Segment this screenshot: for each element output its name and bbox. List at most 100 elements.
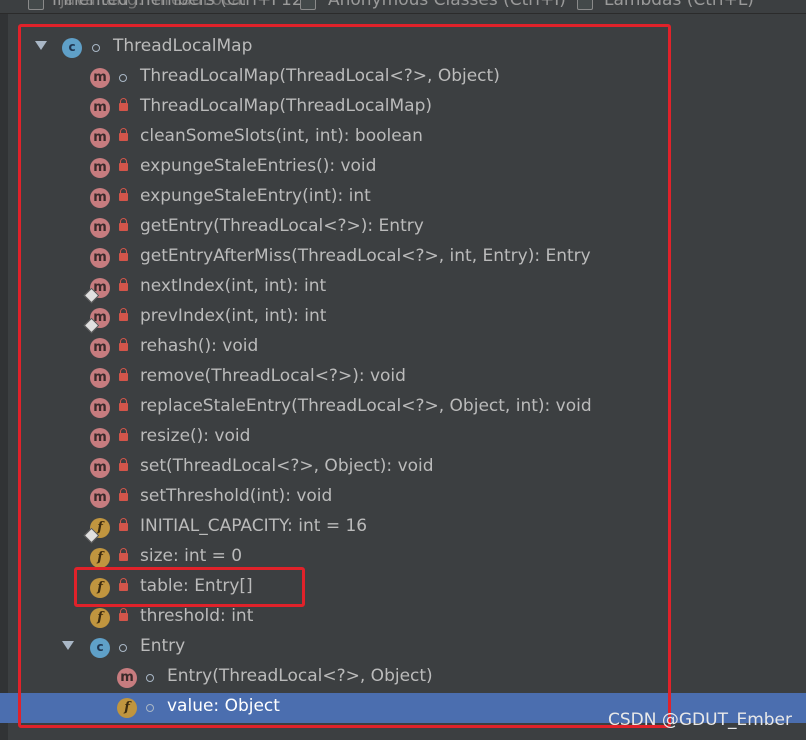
class-icon: c: [90, 638, 110, 658]
package-visibility-icon: [146, 704, 154, 712]
method-icon: m: [90, 338, 110, 358]
method-icon: m: [90, 368, 110, 388]
tree-member-row[interactable]: m ThreadLocalMap(ThreadLocalMap): [0, 93, 806, 123]
field-icon: f: [90, 608, 110, 628]
field-icon: f: [90, 548, 110, 568]
tree-node-threadlocalmap[interactable]: c ThreadLocalMap: [0, 33, 806, 63]
tree-member-row[interactable]: f size: int = 0: [0, 543, 806, 573]
private-lock-icon: [119, 398, 128, 411]
package-visibility-icon: [119, 74, 127, 82]
private-lock-icon: [119, 98, 128, 111]
private-lock-icon: [119, 458, 128, 471]
private-lock-icon: [119, 608, 128, 621]
method-icon: m: [90, 428, 110, 448]
tree-member-row[interactable]: m prevIndex(int, int): int: [0, 303, 806, 334]
package-visibility-icon: [92, 44, 100, 52]
method-icon: m: [90, 488, 110, 508]
private-lock-icon: [119, 188, 128, 201]
private-lock-icon: [119, 578, 128, 591]
tree-member-row[interactable]: f INITIAL_CAPACITY: int = 16: [0, 513, 806, 544]
tree-member-row[interactable]: m remove(ThreadLocal<?>): void: [0, 363, 806, 393]
private-lock-icon: [119, 518, 128, 531]
private-lock-icon: [119, 368, 128, 381]
tree-member-row[interactable]: m rehash(): void: [0, 333, 806, 363]
private-lock-icon: [119, 248, 128, 261]
member-label: nextIndex(int, int): int: [140, 276, 327, 296]
method-icon: m: [90, 128, 110, 148]
watermark: CSDN @GDUT_Ember: [607, 710, 792, 730]
tree-member-row[interactable]: m ThreadLocalMap(ThreadLocal<?>, Object): [0, 63, 806, 93]
tree-member-row[interactable]: m expungeStaleEntry(int): int: [0, 183, 806, 213]
tree-member-row[interactable]: m set(ThreadLocal<?>, Object): void: [0, 453, 806, 483]
method-icon: m: [90, 398, 110, 418]
private-lock-icon: [119, 488, 128, 501]
method-icon: m: [90, 218, 110, 238]
tree-member-row[interactable]: m cleanSomeSlots(int, int): boolean: [0, 123, 806, 153]
field-icon: f: [90, 578, 110, 598]
method-icon: m: [90, 68, 110, 88]
tree-member-row[interactable]: m Entry(ThreadLocal<?>, Object): [0, 663, 806, 693]
member-label: prevIndex(int, int): int: [140, 306, 327, 326]
tree-member-row[interactable]: m replaceStaleEntry(ThreadLocal<?>, Obje…: [0, 393, 806, 423]
member-label: setThreshold(int): void: [140, 486, 333, 506]
tree-node-label: ThreadLocalMap: [113, 36, 253, 56]
static-method-icon: m: [83, 278, 110, 304]
expand-arrow-icon[interactable]: [62, 641, 74, 650]
member-label: replaceStaleEntry(ThreadLocal<?>, Object…: [140, 396, 592, 416]
private-lock-icon: [119, 158, 128, 171]
private-lock-icon: [119, 278, 128, 291]
package-visibility-icon: [146, 674, 154, 682]
inherited-members-label: Inherited members (Ctrl+F12): [52, 0, 310, 10]
tree-member-row[interactable]: m expungeStaleEntries(): void: [0, 153, 806, 183]
tree-member-row[interactable]: m setThreshold(int): void: [0, 483, 806, 513]
lambdas-checkbox[interactable]: [577, 0, 593, 10]
method-icon: m: [90, 248, 110, 268]
static-field-icon: f: [83, 518, 110, 544]
member-label: resize(): void: [140, 426, 251, 446]
method-icon: m: [90, 158, 110, 178]
method-icon: m: [90, 458, 110, 478]
method-icon: m: [90, 188, 110, 208]
member-label: INITIAL_CAPACITY: int = 16: [140, 516, 368, 536]
member-label: value: Object: [167, 696, 280, 716]
member-label: table: Entry[]: [140, 576, 253, 596]
tree-member-row[interactable]: m getEntryAfterMiss(ThreadLocal<?>, int,…: [0, 243, 806, 273]
member-label: cleanSomeSlots(int, int): boolean: [140, 126, 423, 146]
member-label: expungeStaleEntry(int): int: [140, 186, 371, 206]
field-icon: f: [117, 698, 137, 718]
anonymous-classes-checkbox[interactable]: [300, 0, 316, 10]
tree-member-row[interactable]: f threshold: int: [0, 603, 806, 633]
private-lock-icon: [119, 128, 128, 141]
member-label: getEntryAfterMiss(ThreadLocal<?>, int, E…: [140, 246, 591, 266]
tree-member-row[interactable]: m getEntry(ThreadLocal<?>): Entry: [0, 213, 806, 243]
tree-node-label: Entry: [140, 636, 186, 656]
private-lock-icon: [119, 218, 128, 231]
member-label: expungeStaleEntries(): void: [140, 156, 377, 176]
tree-member-row-table[interactable]: f table: Entry[]: [0, 573, 806, 603]
member-label: rehash(): void: [140, 336, 259, 356]
inherited-members-checkbox[interactable]: [28, 0, 44, 10]
member-label: ThreadLocalMap(ThreadLocal<?>, Object): [140, 66, 500, 86]
member-label: getEntry(ThreadLocal<?>): Entry: [140, 216, 424, 236]
class-icon: c: [62, 38, 82, 58]
lambdas-label: Lambdas (Ctrl+L): [604, 0, 754, 10]
member-label: set(ThreadLocal<?>, Object): void: [140, 456, 434, 476]
tree-member-row[interactable]: m nextIndex(int, int): int: [0, 273, 806, 304]
tree-node-entry[interactable]: c Entry: [0, 633, 806, 663]
member-label: remove(ThreadLocal<?>): void: [140, 366, 406, 386]
private-lock-icon: [119, 308, 128, 321]
member-label: threshold: int: [140, 606, 254, 626]
method-icon: m: [90, 98, 110, 118]
tree-member-row[interactable]: m resize(): void: [0, 423, 806, 453]
expand-arrow-icon[interactable]: [35, 41, 47, 50]
private-lock-icon: [119, 338, 128, 351]
member-label: size: int = 0: [140, 546, 243, 566]
private-lock-icon: [119, 428, 128, 441]
static-method-icon: m: [83, 308, 110, 334]
method-icon: m: [117, 668, 137, 688]
structure-toolbar: java.lang.ThreadLocal Inherited members …: [0, 0, 806, 14]
anonymous-classes-label: Anonymous Classes (Ctrl+I): [328, 0, 566, 10]
private-lock-icon: [119, 548, 128, 561]
member-label: ThreadLocalMap(ThreadLocalMap): [140, 96, 433, 116]
member-label: Entry(ThreadLocal<?>, Object): [167, 666, 433, 686]
